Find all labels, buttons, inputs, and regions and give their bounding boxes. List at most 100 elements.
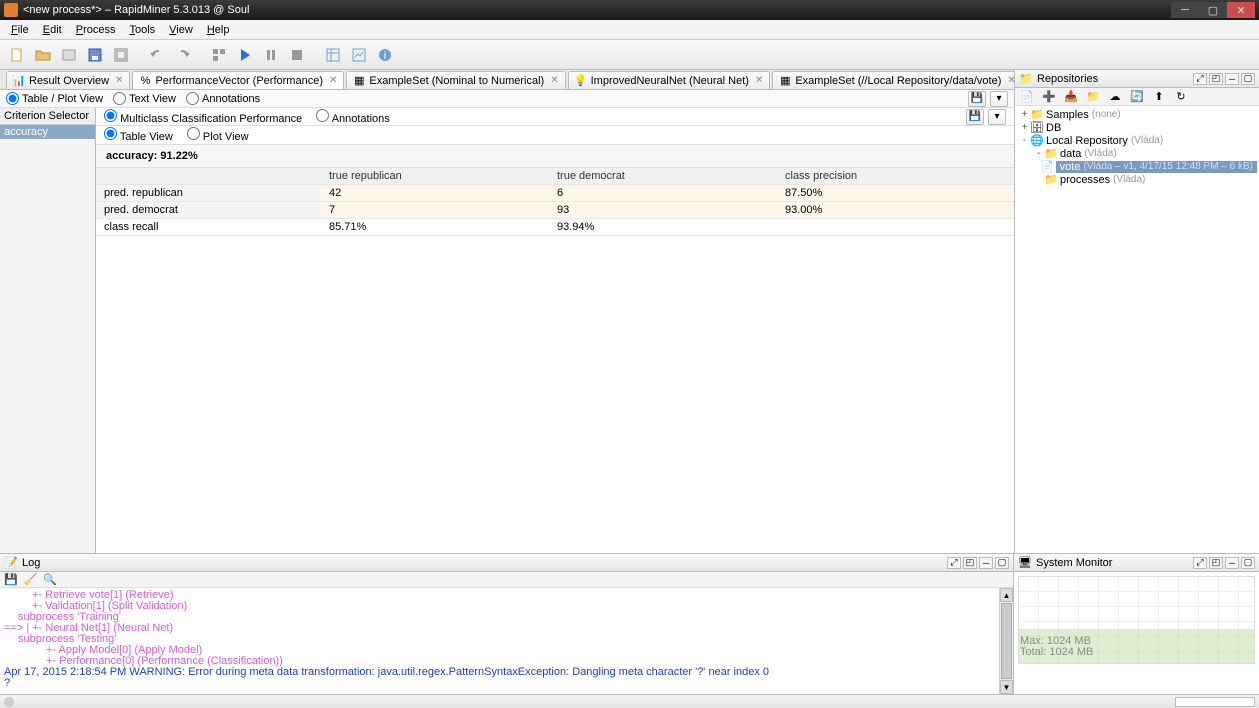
close-icon[interactable]: ✕ [755,75,763,86]
manage-button[interactable] [208,44,230,66]
radio-annotations[interactable]: Annotations [186,92,260,105]
run-button[interactable] [234,44,256,66]
table-row: pred. democrat 7 93 93.00% [96,202,1014,219]
close-icon[interactable]: ✕ [329,75,337,86]
scroll-down[interactable]: ▼ [1000,680,1013,694]
scrollbar[interactable]: ▲ ▼ [999,588,1013,694]
search-log-button[interactable]: 🔍 [43,573,57,586]
save-as-button[interactable] [110,44,132,66]
close-icon[interactable]: ✕ [550,75,558,86]
new-repo-button[interactable]: 📄 [1019,89,1035,105]
close-icon[interactable]: ✕ [1007,75,1014,86]
radio-plot-view[interactable]: Plot View [187,127,249,143]
cloud-button[interactable]: ☁ [1107,89,1123,105]
panel-btn[interactable]: ◰ [963,557,977,569]
results-view-button[interactable] [348,44,370,66]
panel-btn[interactable]: ⤢ [1193,73,1207,85]
scroll-up[interactable]: ▲ [1000,588,1013,602]
folder-button[interactable]: 📁 [1085,89,1101,105]
log-icon: 📝 [4,556,18,570]
design-view-button[interactable] [322,44,344,66]
col-header: class precision [777,168,1014,185]
radio-table-view[interactable]: Table View [104,127,173,143]
tab-label: Result Overview [29,75,109,87]
bulb-icon: 💡 [575,75,587,87]
panel-btn[interactable]: ▢ [995,557,1009,569]
tab-performance-vector[interactable]: % PerformanceVector (Performance) ✕ [132,71,344,89]
tree-item[interactable]: -📁data(Vláda) [1017,147,1257,160]
panel-btn[interactable]: ▢ [1241,557,1255,569]
tab-example-set-vote[interactable]: ▦ ExampleSet (//Local Repository/data/vo… [772,71,1014,89]
log-line: ? [4,678,1009,689]
menu-tools[interactable]: Tools [122,22,162,38]
panel-btn[interactable]: ▢ [1241,73,1255,85]
tree-item[interactable]: 📁processes(Vláda) [1017,173,1257,186]
result-tabs: 📊 Result Overview ✕ % PerformanceVector … [0,70,1014,90]
menu-help[interactable]: Help [200,22,237,38]
panel-btn[interactable]: ─ [979,557,993,569]
panel-btn[interactable]: ⤢ [1193,557,1207,569]
info-button[interactable]: i [374,44,396,66]
criterion-accuracy[interactable]: accuracy [0,125,95,139]
clear-log-button[interactable]: 🧹 [24,573,38,586]
radio-table-plot[interactable]: Table / Plot View [6,92,103,105]
menu-file[interactable]: File [4,22,36,38]
save-log-button[interactable]: 💾 [4,573,18,586]
redo-button[interactable] [172,44,194,66]
radio-text-view[interactable]: Text View [113,92,176,105]
chart-icon: 📊 [13,75,25,87]
radio-multiclass[interactable]: Multiclass Classification Performance [104,109,302,125]
open-button[interactable] [32,44,54,66]
import-button[interactable]: 📥 [1063,89,1079,105]
save-button[interactable] [84,44,106,66]
panel-btn[interactable]: ◰ [1209,557,1223,569]
menu-view[interactable]: View [162,22,200,38]
tree-item[interactable]: +🗄DB [1017,121,1257,134]
undo-button[interactable] [146,44,168,66]
log-title: Log [22,557,943,569]
table-icon: ▦ [779,75,791,87]
close-icon[interactable]: ✕ [115,75,123,86]
monitor-body: Max: 1024 MB Total: 1024 MB [1014,572,1259,694]
col-header: true republican [321,168,549,185]
sync-button[interactable]: 🔄 [1129,89,1145,105]
minimize-button[interactable]: ─ [1171,2,1199,18]
table-icon: ▦ [353,75,365,87]
stop-button[interactable] [286,44,308,66]
tree-item[interactable]: 📄vote(Vláda – v1, 4/17/15 12:48 PM – 6 k… [1017,160,1257,173]
tab-label: PerformanceVector (Performance) [155,75,323,87]
export-dropdown[interactable]: ▾ [990,91,1008,107]
tab-neural-net[interactable]: 💡 ImprovedNeuralNet (Neural Net) ✕ [568,71,771,89]
status-icon [4,697,14,707]
window-title: <new process*> – RapidMiner 5.3.013 @ So… [23,4,1171,16]
percent-icon: % [139,75,151,87]
add-repo-button[interactable]: ➕ [1041,89,1057,105]
panel-btn[interactable]: ─ [1225,73,1239,85]
panel-btn[interactable]: ⤢ [947,557,961,569]
progress-bar [1175,697,1255,707]
open-recent-button[interactable] [58,44,80,66]
pause-button[interactable] [260,44,282,66]
tab-result-overview[interactable]: 📊 Result Overview ✕ [6,71,130,89]
menu-process[interactable]: Process [69,22,123,38]
maximize-button[interactable]: ▢ [1199,2,1227,18]
tab-example-set-nominal[interactable]: ▦ ExampleSet (Nominal to Numerical) ✕ [346,71,565,89]
export-button[interactable]: 💾 [966,109,984,125]
close-button[interactable]: ✕ [1227,2,1255,18]
radio-perf-annotations[interactable]: Annotations [316,109,390,125]
repo-toolbar: 📄 ➕ 📥 📁 ☁ 🔄 ⬆ ↻ [1015,88,1259,106]
panel-btn[interactable]: ◰ [1209,73,1223,85]
panel-btn[interactable]: ─ [1225,557,1239,569]
export-button[interactable]: 💾 [968,91,986,107]
export-dropdown[interactable]: ▾ [988,109,1006,125]
tree-item[interactable]: +📁Samples(none) [1017,108,1257,121]
new-button[interactable] [6,44,28,66]
menu-edit[interactable]: Edit [36,22,69,38]
criterion-header: Criterion Selector [0,108,95,125]
repositories-header: 📁 Repositories ⤢ ◰ ─ ▢ [1015,70,1259,88]
refresh-button[interactable]: ↻ [1173,89,1189,105]
up-button[interactable]: ⬆ [1151,89,1167,105]
scroll-thumb[interactable] [1001,603,1012,679]
tree-item[interactable]: -🌐Local Repository(Vláda) [1017,134,1257,147]
monitor-header: 🖥 System Monitor ⤢ ◰ ─ ▢ [1014,554,1259,572]
